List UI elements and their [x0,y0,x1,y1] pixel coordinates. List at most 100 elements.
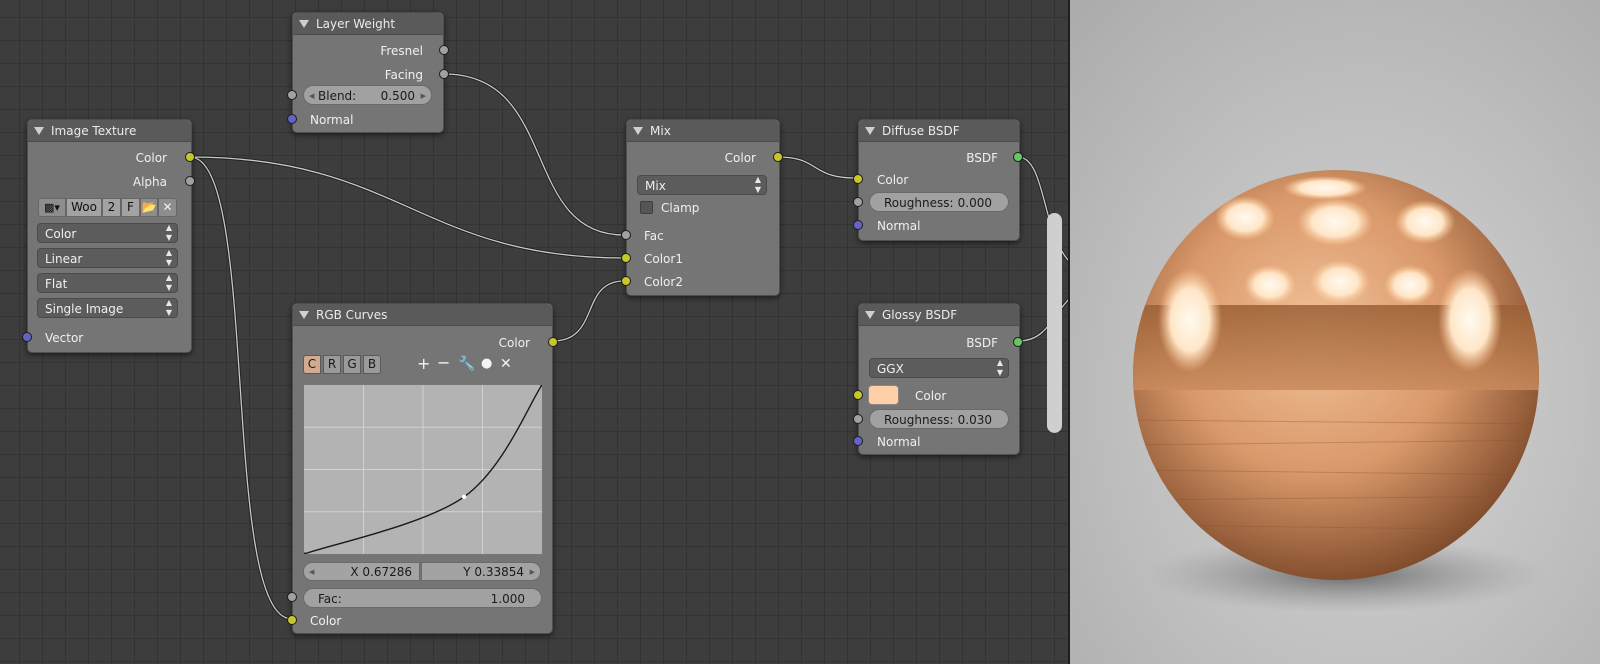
curve-control-point[interactable] [302,552,306,556]
output-bsdf-socket[interactable] [1013,337,1023,347]
fac-field[interactable]: Fac: 1.000 [303,588,542,608]
output-bsdf-socket[interactable] [1013,152,1023,162]
curve-graph[interactable] [302,383,544,556]
output-color-socket[interactable] [185,152,195,162]
input-vector-socket[interactable] [22,332,32,342]
minus-icon[interactable]: − [437,355,450,371]
decrement-arrow-icon[interactable]: ◀ [309,563,314,582]
output-bsdf-label: BSDF [966,336,998,350]
increment-arrow-icon[interactable]: ▶ [530,563,535,582]
blend-type-dropdown[interactable]: Mix ▲ ▼ [637,175,767,195]
output-alpha-socket[interactable] [185,176,195,186]
node-title: Mix [650,123,671,138]
image-open-icon[interactable]: 📂 [140,198,158,217]
node-title: RGB Curves [316,307,388,322]
render-preview-image [1070,0,1600,664]
node-title: Layer Weight [316,16,396,31]
input-color-label: Color [877,173,909,187]
curve-x-field[interactable]: ◀ X 0.67286 [303,562,420,581]
input-color2-label: Color2 [644,275,683,289]
output-color-label: Color [135,151,167,165]
input-fac-socket[interactable] [287,592,297,602]
image-name-field[interactable]: Woo [66,198,102,217]
input-color1-label: Color1 [644,252,683,266]
input-normal-socket[interactable] [853,436,863,446]
input-normal-socket[interactable] [853,220,863,230]
input-normal-label: Normal [877,435,921,449]
wrench-icon[interactable]: 🔧 [458,357,475,371]
collapse-triangle-icon[interactable] [299,19,309,28]
output-fresnel-socket[interactable] [439,45,449,55]
image-fake-user-button[interactable]: F [121,198,140,217]
node-title: Image Texture [51,123,137,138]
node-editor[interactable]: Image Texture Color Alpha ▩▾ Woo 2 F 📂 ✕… [0,0,1068,664]
increment-arrow-icon[interactable]: ▶ [421,86,426,106]
vertical-scrollbar[interactable] [1047,213,1062,433]
decrement-arrow-icon[interactable]: ◀ [309,86,314,106]
collapse-triangle-icon[interactable] [865,126,875,135]
input-roughness-socket[interactable] [853,197,863,207]
rgb-curves-header[interactable]: RGB Curves [293,304,552,326]
curve-control-point[interactable] [461,494,467,499]
channel-r-button[interactable]: R [323,355,341,374]
roughness-field[interactable]: Roughness: 0.000 [869,192,1009,212]
output-fresnel-label: Fresnel [380,44,423,58]
channel-c-button[interactable]: C [303,355,321,374]
blend-field[interactable]: ◀ Blend: 0.500 ▶ [303,85,432,105]
dropdown-arrows-icon: ▲ ▼ [754,175,761,194]
glossy-bsdf-header[interactable]: Glossy BSDF [859,304,1019,326]
source-dropdown[interactable]: Single Image ▲ ▼ [37,298,178,318]
curve-y-field[interactable]: Y 0.33854 ▶ [421,562,541,581]
collapse-triangle-icon[interactable] [633,126,643,135]
input-roughness-socket[interactable] [853,414,863,424]
link-image-color-to-mix-color1 [188,155,626,260]
link-curves-to-mix-color2 [551,279,626,343]
output-facing-socket[interactable] [439,69,449,79]
color-space-dropdown[interactable]: Color ▲ ▼ [37,223,178,243]
input-color-socket[interactable] [287,615,297,625]
image-texture-header[interactable]: Image Texture [28,120,191,142]
input-blend-socket[interactable] [287,90,297,100]
plus-icon[interactable]: + [417,356,430,372]
mix-header[interactable]: Mix [627,120,779,142]
glossy-bsdf-node[interactable]: Glossy BSDF [858,303,1020,455]
input-color-socket[interactable] [853,390,863,400]
input-color1-socket[interactable] [621,253,631,263]
output-color-socket[interactable] [548,337,558,347]
link-mix-to-diffuse [776,155,858,180]
input-fac-label: Fac [644,229,664,243]
dropdown-arrows-icon: ▲ ▼ [165,223,172,242]
dot-icon[interactable]: ● [481,357,492,371]
distribution-dropdown[interactable]: GGX ▲ ▼ [869,358,1009,378]
curve-editor[interactable] [302,383,544,556]
layer-weight-header[interactable]: Layer Weight [293,13,443,35]
collapse-triangle-icon[interactable] [299,310,309,319]
image-unlink-icon[interactable]: ✕ [158,198,177,217]
link-facing-to-mix-fac [442,72,626,237]
input-normal-label: Normal [310,113,354,127]
input-color2-socket[interactable] [621,276,631,286]
interpolation-dropdown[interactable]: Linear ▲ ▼ [37,248,178,268]
input-color-socket[interactable] [853,174,863,184]
image-browse-button[interactable]: ▩▾ [38,198,66,217]
collapse-triangle-icon[interactable] [865,310,875,319]
input-color-label: Color [915,389,947,403]
input-fac-socket[interactable] [621,230,631,240]
output-color-label: Color [498,336,530,350]
image-users-count[interactable]: 2 [102,198,121,217]
roughness-field[interactable]: Roughness: 0.030 [869,409,1009,429]
input-normal-socket[interactable] [287,114,297,124]
link-image-color-to-curves-color [188,155,294,621]
close-icon[interactable]: ✕ [500,357,512,371]
projection-dropdown[interactable]: Flat ▲ ▼ [37,273,178,293]
output-color-label: Color [724,151,756,165]
collapse-triangle-icon[interactable] [34,126,44,135]
clamp-checkbox[interactable] [640,201,653,214]
output-alpha-label: Alpha [132,175,167,189]
channel-g-button[interactable]: G [343,355,361,374]
channel-b-button[interactable]: B [363,355,381,374]
output-color-socket[interactable] [773,152,783,162]
color-swatch[interactable] [868,385,899,405]
dropdown-arrows-icon: ▲ ▼ [996,358,1003,377]
diffuse-bsdf-header[interactable]: Diffuse BSDF [859,120,1019,142]
